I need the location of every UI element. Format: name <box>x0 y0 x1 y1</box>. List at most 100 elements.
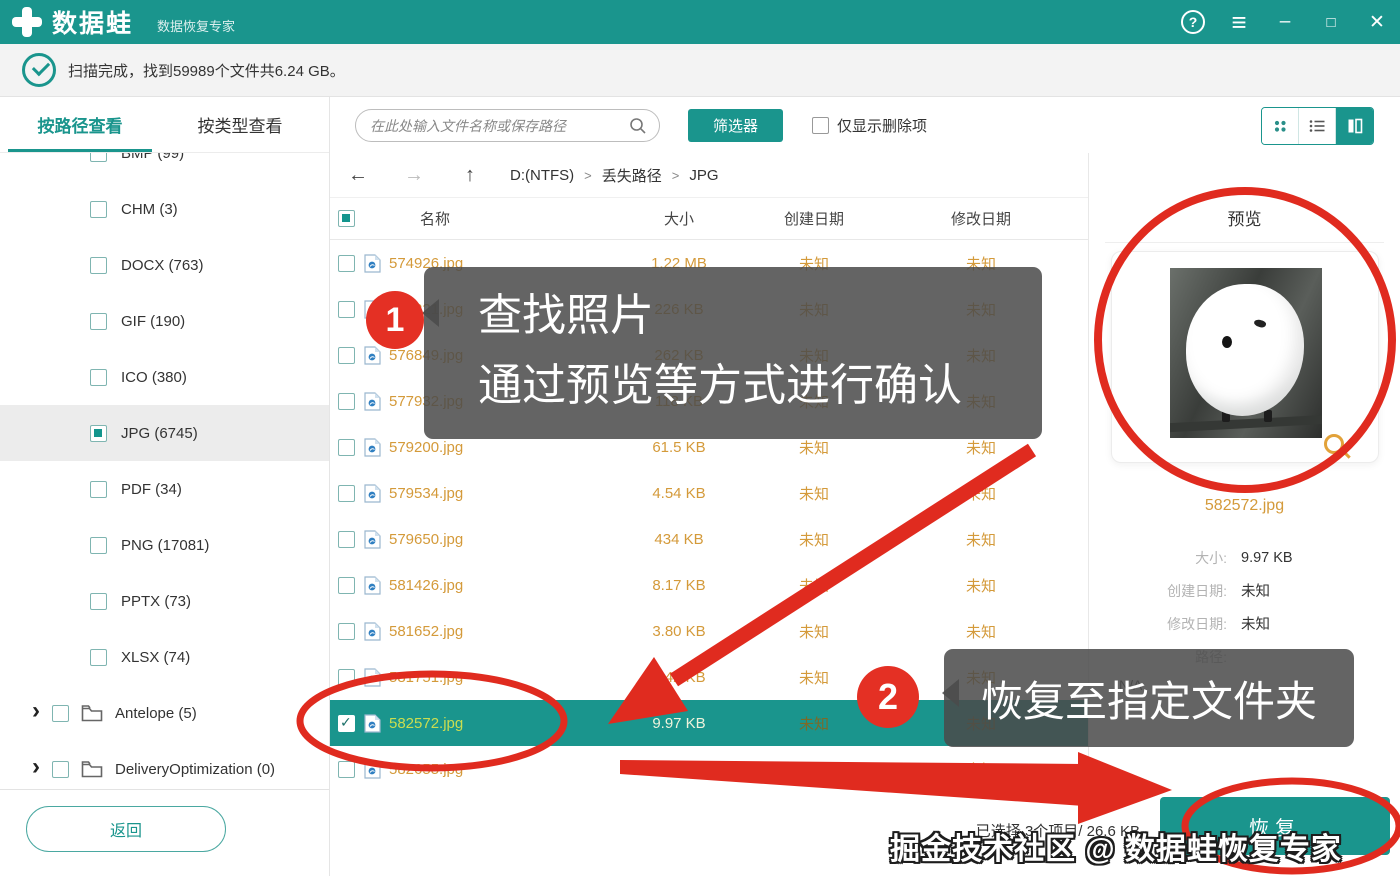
file-modified: 未知 <box>965 715 996 733</box>
show-deleted-only-label: 仅显示删除项 <box>837 118 928 135</box>
tab-view-by-type[interactable]: 按类型查看 <box>160 97 320 152</box>
header-modified[interactable]: 修改日期 <box>874 208 1088 229</box>
row-checkbox[interactable] <box>338 622 355 640</box>
list-item-png[interactable]: PNG (17081) <box>0 517 329 573</box>
row-checkbox[interactable] <box>338 484 355 502</box>
table-row[interactable]: 581426.jpg 8.17 KB 未知 未知 <box>330 562 1088 608</box>
list-item-ico[interactable]: ICO (380) <box>0 349 329 405</box>
row-checkbox[interactable] <box>338 576 355 594</box>
help-button[interactable]: ? <box>1170 0 1216 44</box>
checkbox[interactable] <box>90 256 107 274</box>
jpg-file-icon <box>364 575 381 595</box>
list-item-docx[interactable]: DOCX (763) <box>0 237 329 293</box>
file-created: 未知 <box>798 255 829 273</box>
maximize-icon[interactable]: □ <box>1308 0 1354 44</box>
list-item-pdf[interactable]: PDF (34) <box>0 461 329 517</box>
row-checkbox[interactable] <box>338 346 355 364</box>
table-row-selected[interactable]: 582572.jpg 9.97 KB 未知 未知 <box>330 700 1088 746</box>
table-row[interactable]: 581751.jpg 7.42 KB 未知 未知 <box>330 654 1088 700</box>
checkbox[interactable] <box>90 648 107 666</box>
checkbox[interactable] <box>52 760 69 778</box>
file-created: 未知 <box>798 623 829 641</box>
table-row[interactable]: 576849.jpg 262 KB 未知 未知 <box>330 332 1088 378</box>
list-item-chm[interactable]: CHM (3) <box>0 181 329 237</box>
file-created: 未知 <box>798 347 829 365</box>
search-input[interactable] <box>370 117 629 134</box>
jpg-file-icon <box>364 437 381 457</box>
checkbox[interactable] <box>90 153 107 162</box>
checkbox[interactable] <box>90 200 107 218</box>
list-item-bmp[interactable]: BMP (99) <box>0 153 329 181</box>
row-checkbox[interactable] <box>338 300 355 318</box>
type-label: ICO (380) <box>121 368 187 386</box>
file-modified: 未知 <box>965 761 996 779</box>
folder-item-antelope[interactable]: › Antelope (5) <box>0 685 329 741</box>
select-all-checkbox[interactable] <box>338 210 355 227</box>
scan-complete-banner: 扫描完成，找到59989个文件共6.24 GB。 <box>0 44 1400 97</box>
filter-button[interactable]: 筛选器 <box>688 109 783 142</box>
app-name: 数据蛙 <box>52 10 134 38</box>
folder-item-deliveryoptimization[interactable]: › DeliveryOptimization (0) <box>0 741 329 789</box>
table-row[interactable]: 579200.jpg 61.5 KB 未知 未知 <box>330 424 1088 470</box>
row-checkbox[interactable] <box>338 438 355 456</box>
show-deleted-only[interactable]: 仅显示删除项 <box>812 115 927 136</box>
row-checkbox-checked[interactable] <box>338 714 355 732</box>
checkbox[interactable] <box>812 117 829 134</box>
minimize-icon[interactable]: – <box>1262 0 1308 44</box>
checkbox[interactable] <box>90 368 107 386</box>
table-row[interactable]: 574926.jpg 1.22 MB 未知 未知 <box>330 240 1088 286</box>
header-size[interactable]: 大小 <box>604 208 754 229</box>
window-controls: ? ≡ – □ ✕ <box>1170 0 1400 44</box>
close-icon[interactable]: ✕ <box>1354 0 1400 44</box>
app-window: 数据蛙 数据恢复专家 ? ≡ – □ ✕ 扫描完成，找到59989个文件共6.2… <box>0 0 1400 876</box>
chevron-right-icon[interactable]: › <box>32 699 40 723</box>
list-item-xlsx[interactable]: XLSX (74) <box>0 629 329 685</box>
checkbox[interactable] <box>90 536 107 554</box>
type-label: DOCX (763) <box>121 256 204 274</box>
list-view-icon[interactable] <box>1299 108 1336 144</box>
header-created[interactable]: 创建日期 <box>754 208 874 229</box>
checkbox-checked[interactable] <box>90 424 107 442</box>
breadcrumb-lost-path[interactable]: 丢失路径 <box>602 165 662 186</box>
navigation-row: ← → ↑ D:(NTFS) > 丢失路径 > JPG <box>330 153 1088 198</box>
back-button[interactable]: 返回 <box>26 806 226 852</box>
table-row[interactable]: 579534.jpg 4.54 KB 未知 未知 <box>330 470 1088 516</box>
header-name[interactable]: 名称 <box>364 208 604 229</box>
zoom-in-icon[interactable] <box>1323 434 1344 454</box>
table-row[interactable]: 579650.jpg 434 KB 未知 未知 <box>330 516 1088 562</box>
file-modified: 未知 <box>965 669 996 687</box>
list-item-gif[interactable]: GIF (190) <box>0 293 329 349</box>
file-name: 579650.jpg <box>389 530 464 548</box>
tab-view-by-path[interactable]: 按路径查看 <box>0 97 160 152</box>
forward-arrow-icon[interactable]: → <box>386 164 442 187</box>
up-arrow-icon[interactable]: ↑ <box>442 164 498 187</box>
recover-button[interactable]: 恢复 <box>1160 797 1390 855</box>
checkbox[interactable] <box>90 592 107 610</box>
table-row[interactable]: 575221.jpg 226 KB 未知 未知 <box>330 286 1088 332</box>
file-modified: 未知 <box>965 623 996 641</box>
breadcrumb-drive[interactable]: D:(NTFS) <box>510 167 574 184</box>
table-row[interactable]: 582655.jpg 5.14 KB 未知 未知 <box>330 746 1088 792</box>
row-checkbox[interactable] <box>338 760 355 778</box>
table-row[interactable]: 577932.jpg 118 KB 未知 未知 <box>330 378 1088 424</box>
back-arrow-icon[interactable]: ← <box>330 164 386 187</box>
grid-view-icon[interactable] <box>1262 108 1299 144</box>
row-checkbox[interactable] <box>338 530 355 548</box>
titlebar: 数据蛙 数据恢复专家 ? ≡ – □ ✕ <box>0 0 1400 44</box>
checkbox[interactable] <box>90 480 107 498</box>
row-checkbox[interactable] <box>338 668 355 686</box>
detail-view-icon[interactable] <box>1336 108 1373 144</box>
row-checkbox[interactable] <box>338 392 355 410</box>
list-item-jpg[interactable]: JPG (6745) <box>0 405 329 461</box>
checkbox[interactable] <box>90 312 107 330</box>
jpg-file-icon <box>364 759 381 779</box>
menu-icon[interactable]: ≡ <box>1216 0 1262 44</box>
list-item-pptx[interactable]: PPTX (73) <box>0 573 329 629</box>
row-checkbox[interactable] <box>338 254 355 272</box>
sidebar: 按路径查看 按类型查看 BMP (99) CHM (3) DOCX (763) … <box>0 97 330 876</box>
file-name: 581652.jpg <box>389 622 464 640</box>
chevron-right-icon[interactable]: › <box>32 755 40 779</box>
breadcrumb-jpg[interactable]: JPG <box>689 167 718 184</box>
table-row[interactable]: 581652.jpg 3.80 KB 未知 未知 <box>330 608 1088 654</box>
checkbox[interactable] <box>52 704 69 722</box>
